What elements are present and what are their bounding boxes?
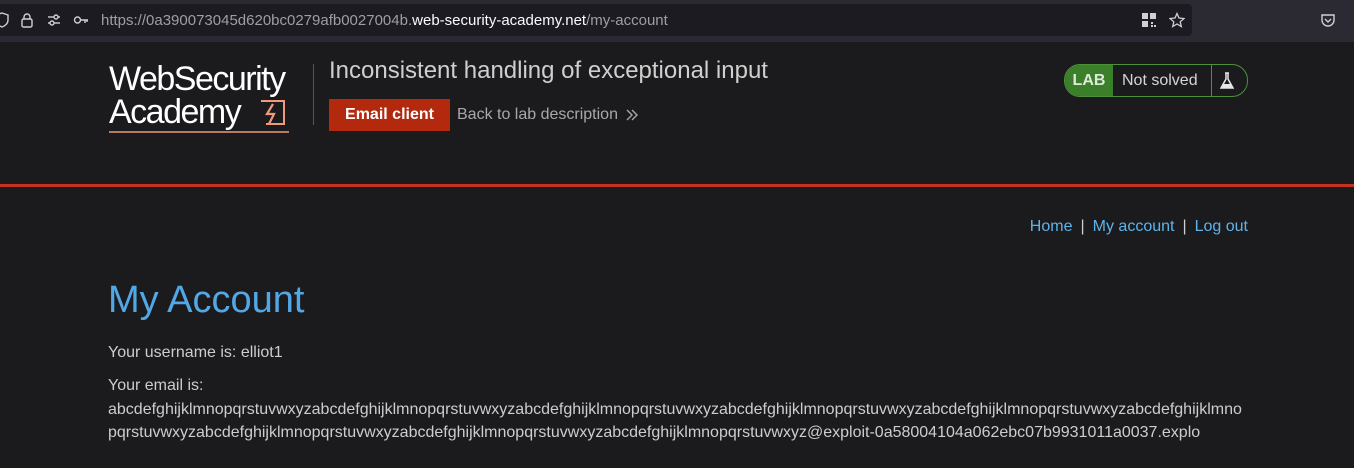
email-label: Your email is: bbox=[108, 377, 204, 394]
nav-separator: | bbox=[1080, 218, 1085, 235]
page-title: My Account bbox=[108, 279, 305, 321]
flask-icon[interactable] bbox=[1217, 71, 1237, 91]
header-separator bbox=[0, 184, 1354, 187]
nav-home-link[interactable]: Home bbox=[1030, 218, 1073, 235]
browser-toolbar: https://0a390073045d620bc0279afb0027004b… bbox=[0, 0, 1354, 43]
logo-underline bbox=[109, 131, 289, 133]
lab-title: Inconsistent handling of exceptional inp… bbox=[329, 57, 768, 84]
nav-my-account-link[interactable]: My account bbox=[1093, 218, 1175, 235]
email-client-button[interactable]: Email client bbox=[329, 99, 450, 131]
logo-text-line2: Academy bbox=[109, 93, 242, 131]
logo-text-line1: WebSecurity bbox=[109, 60, 286, 98]
web-security-academy-logo[interactable]: WebSecurity Academy bbox=[109, 62, 319, 138]
url-prefix: https://0a390073045d620bc0279afb0027004b… bbox=[101, 12, 413, 29]
nav-separator: | bbox=[1182, 218, 1187, 235]
lab-status-widget[interactable]: LAB Not solved bbox=[1064, 64, 1248, 97]
top-navigation: Home | My account | Log out bbox=[1030, 218, 1248, 236]
url-domain: web-security-academy.net bbox=[412, 12, 587, 29]
qr-icon[interactable] bbox=[1141, 12, 1157, 28]
permissions-icon[interactable] bbox=[46, 12, 62, 28]
lab-status-divider bbox=[1211, 65, 1212, 96]
email-value: abcdefghijklmnopqrstuvwxyzabcdefghijklmn… bbox=[108, 401, 1242, 441]
header-divider bbox=[313, 64, 314, 125]
lab-status-text: Not solved bbox=[1122, 72, 1198, 89]
username-info: Your username is: elliot1 bbox=[108, 344, 283, 361]
url-path: /my-account bbox=[586, 12, 668, 29]
chevron-double-right-icon[interactable] bbox=[625, 108, 639, 122]
back-to-lab-description-link[interactable]: Back to lab description bbox=[457, 106, 618, 124]
lab-badge: LAB bbox=[1065, 65, 1113, 96]
lock-icon[interactable] bbox=[19, 12, 35, 28]
shield-icon[interactable] bbox=[0, 12, 10, 28]
key-icon[interactable] bbox=[73, 12, 89, 28]
url-text[interactable]: https://0a390073045d620bc0279afb0027004b… bbox=[101, 12, 668, 30]
bookmark-star-icon[interactable] bbox=[1169, 12, 1185, 28]
nav-log-out-link[interactable]: Log out bbox=[1195, 218, 1248, 235]
logo-lightning-icon bbox=[261, 100, 285, 125]
pocket-icon[interactable] bbox=[1320, 12, 1336, 28]
